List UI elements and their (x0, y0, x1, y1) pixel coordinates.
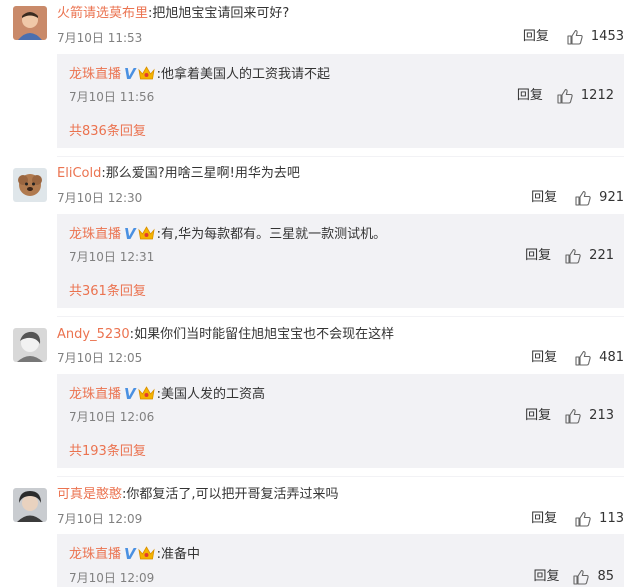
like-button[interactable]: 221 (565, 247, 614, 265)
reply-box: 龙珠直播 V:美国人发的工资高 7月10日 12:06 回复 213 共193条回… (57, 374, 624, 468)
reply-text: 准备中 (161, 547, 201, 562)
username-link[interactable]: 可真是憨憨 (57, 487, 122, 502)
thumbs-up-icon (565, 408, 581, 424)
like-button[interactable]: 921 (575, 189, 624, 207)
like-button[interactable]: 481 (575, 349, 624, 367)
username-link[interactable]: EliCold (57, 166, 101, 181)
thumbs-up-icon (565, 248, 581, 264)
username-link[interactable]: 龙珠直播 (69, 67, 121, 82)
reply-button[interactable]: 回复 (531, 189, 557, 207)
like-count: 1212 (580, 88, 614, 103)
like-count: 85 (597, 569, 614, 584)
comment-actions: 回复 921 (531, 189, 624, 207)
thumbs-up-icon (567, 29, 583, 45)
view-all-replies-link[interactable]: 共361条回复 (69, 283, 146, 301)
crown-icon (137, 546, 155, 560)
verified-icon: V (124, 65, 136, 83)
reply-line: 龙珠直播 V:准备中 (69, 545, 201, 563)
reply-button[interactable]: 回复 (523, 28, 549, 46)
avatar[interactable] (13, 328, 47, 362)
comment-line: 可真是憨憨:你都复活了,可以把开哥复活弄过来吗 (57, 487, 339, 502)
timestamp: 7月10日 11:56 (69, 90, 155, 104)
like-button[interactable]: 1212 (557, 87, 614, 105)
like-count: 921 (599, 190, 624, 205)
thumbs-up-icon (575, 350, 591, 366)
timestamp: 7月10日 11:53 (57, 31, 143, 45)
like-count: 481 (599, 350, 624, 365)
verified-icon: V (124, 225, 136, 243)
thumbs-up-icon (557, 88, 573, 104)
reply-line: 龙珠直播 V:有,华为每款都有。三星就一款测试机。 (69, 225, 387, 243)
like-count: 213 (589, 408, 614, 423)
username-link[interactable]: 火箭请选莫布里 (57, 6, 148, 21)
reply-line: 龙珠直播 V:美国人发的工资高 (69, 385, 266, 403)
thumbs-up-icon (573, 569, 590, 585)
comment-thread: EliCold:那么爱国?用啥三星啊!用华为去吧 7月10日 12:30 回复 … (0, 160, 640, 318)
view-all-replies-link[interactable]: 共836条回复 (69, 123, 146, 141)
comment-actions: 回复 113 (531, 510, 624, 528)
comment-text: 如果你们当时能留住旭旭宝宝也不会现在这样 (134, 327, 395, 342)
reply-actions: 回复 213 (525, 407, 614, 425)
reply-button[interactable]: 回复 (517, 87, 543, 105)
comment-line: Andy_5230:如果你们当时能留住旭旭宝宝也不会现在这样 (57, 327, 395, 342)
comment-line: 火箭请选莫布里:把旭旭宝宝请回来可好? (57, 6, 290, 21)
like-count: 1453 (590, 29, 624, 44)
reply-text: 他拿着美国人的工资我请不起 (161, 67, 331, 82)
reply-button[interactable]: 回复 (531, 349, 557, 367)
comment-actions: 回复 481 (531, 349, 624, 367)
reply-actions: 回复 85 (533, 568, 614, 586)
comment-text: 你都复活了,可以把开哥复活弄过来吗 (126, 487, 339, 502)
comment-thread: 火箭请选莫布里:把旭旭宝宝请回来可好? 7月10日 11:53 回复 1453 … (0, 0, 640, 158)
reply-box: 龙珠直播 V:有,华为每款都有。三星就一款测试机。 7月10日 12:31 回复 … (57, 214, 624, 308)
reply-box: 龙珠直播 V:准备中 7月10日 12:09 回复 85 (57, 534, 624, 587)
divider (57, 476, 624, 477)
crown-icon (137, 66, 155, 80)
timestamp: 7月10日 12:31 (69, 250, 155, 264)
username-link[interactable]: 龙珠直播 (69, 387, 121, 402)
timestamp: 7月10日 12:09 (69, 571, 155, 585)
reply-text: 有,华为每款都有。三星就一款测试机。 (161, 227, 387, 242)
thumbs-up-icon (575, 190, 591, 206)
username-link[interactable]: Andy_5230 (57, 327, 130, 342)
like-count: 113 (599, 511, 624, 526)
reply-actions: 回复 1212 (517, 87, 614, 105)
reply-text: 美国人发的工资高 (161, 387, 266, 402)
reply-actions: 回复 221 (525, 247, 614, 265)
username-link[interactable]: 龙珠直播 (69, 227, 121, 242)
comment-text: 把旭旭宝宝请回来可好? (152, 6, 290, 21)
reply-button[interactable]: 回复 (525, 247, 551, 265)
timestamp: 7月10日 12:06 (69, 410, 155, 424)
avatar[interactable] (13, 488, 47, 522)
timestamp: 7月10日 12:30 (57, 191, 143, 205)
like-button[interactable]: 113 (575, 510, 624, 528)
comment-thread: 可真是憨憨:你都复活了,可以把开哥复活弄过来吗 7月10日 12:09 回复 1… (0, 480, 640, 587)
view-all-replies-link[interactable]: 共193条回复 (69, 443, 146, 461)
crown-icon (137, 226, 155, 240)
reply-button[interactable]: 回复 (533, 568, 559, 586)
reply-box: 龙珠直播 V:他拿着美国人的工资我请不起 7月10日 11:56 回复 1212 … (57, 54, 624, 148)
divider (57, 316, 624, 317)
comment-thread: Andy_5230:如果你们当时能留住旭旭宝宝也不会现在这样 7月10日 12:… (0, 320, 640, 478)
like-button[interactable]: 85 (573, 568, 614, 586)
timestamp: 7月10日 12:05 (57, 351, 143, 365)
divider (57, 156, 624, 157)
reply-line: 龙珠直播 V:他拿着美国人的工资我请不起 (69, 65, 331, 83)
reply-button[interactable]: 回复 (525, 407, 551, 425)
crown-icon (137, 386, 155, 400)
like-button[interactable]: 213 (565, 407, 614, 425)
comment-actions: 回复 1453 (523, 28, 624, 46)
verified-icon: V (124, 545, 136, 563)
comment-line: EliCold:那么爱国?用啥三星啊!用华为去吧 (57, 166, 300, 181)
comment-text: 那么爱国?用啥三星啊!用华为去吧 (105, 166, 300, 181)
verified-icon: V (124, 385, 136, 403)
reply-button[interactable]: 回复 (531, 510, 557, 528)
like-count: 221 (589, 248, 614, 263)
username-link[interactable]: 龙珠直播 (69, 547, 121, 562)
timestamp: 7月10日 12:09 (57, 512, 143, 526)
avatar[interactable] (13, 168, 47, 202)
like-button[interactable]: 1453 (567, 28, 624, 46)
avatar[interactable] (13, 6, 47, 40)
thumbs-up-icon (575, 511, 591, 527)
